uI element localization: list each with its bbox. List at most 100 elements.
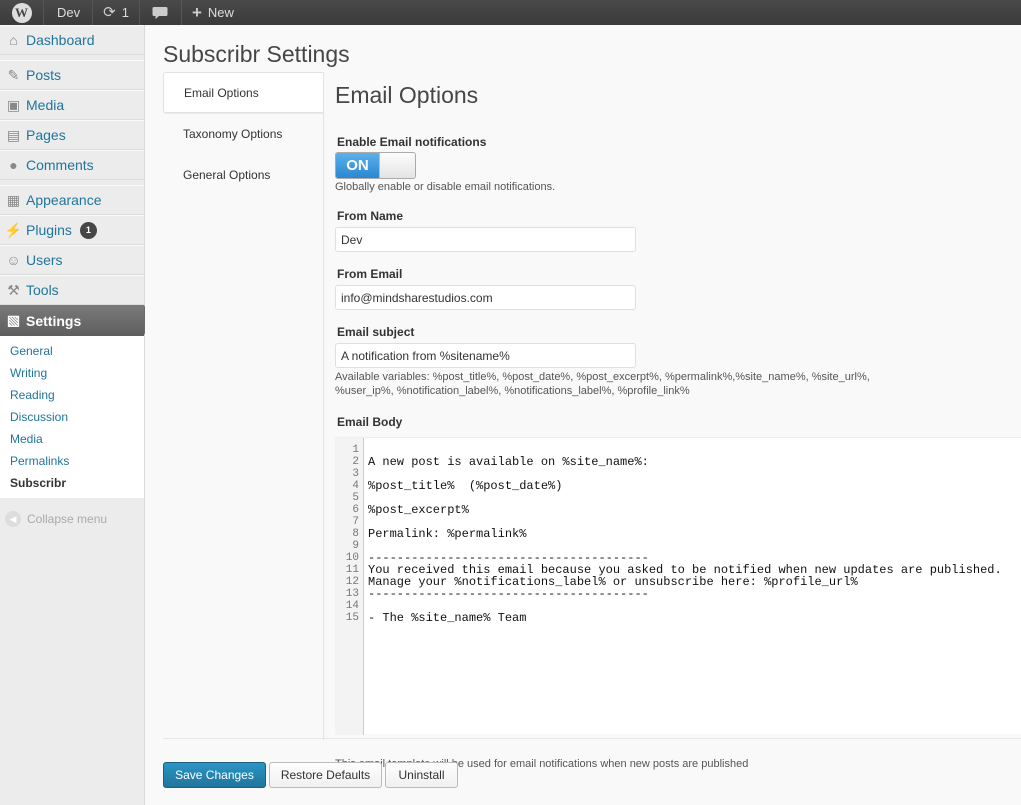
submenu-item-subscribr[interactable]: Subscribr bbox=[0, 472, 144, 494]
tools-icon: ⚒ bbox=[7, 281, 20, 298]
new-label: New bbox=[207, 5, 234, 20]
site-name-link[interactable]: Dev bbox=[44, 0, 94, 25]
submenu-item-media[interactable]: Media bbox=[0, 428, 144, 450]
wordpress-menu[interactable]: W bbox=[0, 0, 44, 25]
refresh-icon: ⟳ bbox=[103, 4, 116, 21]
sidebar-item-users[interactable]: ☺ Users bbox=[0, 245, 144, 275]
main-content: Subscribr Settings Email Options Taxonom… bbox=[145, 25, 1021, 805]
submenu-item-permalinks[interactable]: Permalinks bbox=[0, 450, 144, 472]
users-icon: ☺ bbox=[6, 252, 21, 268]
sidebar-item-label: Media bbox=[26, 97, 65, 113]
email-body-label: Email Body bbox=[337, 415, 403, 429]
collapse-menu-button[interactable]: ◀ Collapse menu bbox=[0, 508, 144, 530]
available-variables-hint: Available variables: %post_title%, %post… bbox=[335, 371, 870, 383]
submenu-item-reading[interactable]: Reading bbox=[0, 384, 144, 406]
restore-defaults-button[interactable]: Restore Defaults bbox=[269, 762, 382, 788]
collapse-label: Collapse menu bbox=[27, 512, 108, 526]
sidebar-item-media[interactable]: ▣ Media bbox=[0, 90, 144, 120]
section-title: Email Options bbox=[335, 82, 479, 108]
toggle-knob bbox=[379, 153, 415, 178]
email-body-editor[interactable]: 1 2 3 4 5 6 7 8 9 10 11 12 13 14 15 A new post is avai… bbox=[335, 437, 1021, 735]
updates-count: 1 bbox=[121, 5, 129, 20]
toggle-on-label: ON bbox=[336, 153, 379, 178]
line-number: 15 bbox=[345, 612, 359, 624]
line-number: 6 bbox=[352, 504, 359, 516]
sidebar-item-appearance[interactable]: ▦ Appearance bbox=[0, 185, 144, 215]
enable-notifications-hint: Globally enable or disable email notific… bbox=[335, 181, 556, 193]
sidebar-item-pages[interactable]: ▤ Pages bbox=[0, 120, 144, 150]
line-number: 10 bbox=[345, 552, 359, 564]
settings-tabs: Email Options Taxonomy Options General O… bbox=[163, 72, 323, 195]
admin-sidebar: ⌂ Dashboard ✎ Posts ▣ Media ▤ Pages ● Co… bbox=[0, 25, 152, 805]
uninstall-button[interactable]: Uninstall bbox=[385, 762, 458, 788]
settings-submenu: General Writing Reading Discussion Media… bbox=[0, 336, 144, 498]
sidebar-item-label: Dashboard bbox=[26, 32, 95, 48]
wordpress-icon: W bbox=[11, 2, 32, 23]
sidebar-item-label: Comments bbox=[26, 157, 94, 173]
line-number: 13 bbox=[345, 588, 359, 600]
available-variables-hint-2: %user_ip%, %notification_label%, %notifi… bbox=[335, 385, 690, 397]
dashboard-icon: ⌂ bbox=[9, 32, 18, 48]
line-number-gutter: 1 2 3 4 5 6 7 8 9 10 11 12 13 14 15 bbox=[335, 438, 364, 735]
sidebar-item-label: Users bbox=[26, 252, 63, 268]
tab-taxonomy-options[interactable]: Taxonomy Options bbox=[163, 113, 323, 154]
email-subject-label: Email subject bbox=[337, 325, 415, 339]
submenu-item-writing[interactable]: Writing bbox=[0, 362, 144, 384]
code-line: - The %site_name% Team bbox=[368, 611, 527, 625]
settings-icon: ▧ bbox=[6, 312, 21, 328]
plugins-update-badge: 1 bbox=[79, 221, 97, 239]
from-email-field[interactable] bbox=[335, 285, 636, 310]
sidebar-item-tools[interactable]: ⚒ Tools bbox=[0, 275, 144, 305]
sidebar-item-settings[interactable]: ▧ Settings bbox=[0, 305, 152, 336]
tab-general-options[interactable]: General Options bbox=[163, 154, 323, 195]
updates-link[interactable]: ⟳ 1 bbox=[93, 0, 140, 25]
pages-icon: ▤ bbox=[6, 126, 21, 143]
save-changes-button[interactable]: Save Changes bbox=[163, 762, 266, 788]
line-number: 4 bbox=[352, 480, 359, 492]
email-subject-field[interactable] bbox=[335, 343, 636, 368]
line-number: 2 bbox=[352, 456, 359, 468]
line-number: 3 bbox=[352, 468, 359, 480]
enable-notifications-toggle[interactable]: ON bbox=[335, 152, 416, 179]
sidebar-item-dashboard[interactable]: ⌂ Dashboard bbox=[0, 25, 144, 55]
plus-icon: + bbox=[191, 3, 202, 22]
from-email-label: From Email bbox=[337, 267, 403, 281]
line-number: 8 bbox=[352, 528, 359, 540]
sidebar-item-comments[interactable]: ● Comments bbox=[0, 150, 144, 180]
sidebar-item-label: Appearance bbox=[26, 192, 102, 208]
line-number: 1 bbox=[352, 444, 359, 456]
sidebar-item-plugins[interactable]: ⚡ Plugins 1 bbox=[0, 215, 144, 245]
code-line: --------------------------------------- bbox=[368, 587, 649, 601]
sidebar-item-label: Settings bbox=[26, 312, 82, 329]
code-line: Permalink: %permalink% bbox=[368, 527, 527, 541]
comment-icon bbox=[152, 6, 168, 19]
line-number: 9 bbox=[352, 540, 359, 552]
media-icon: ▣ bbox=[6, 96, 21, 113]
enable-notifications-label: Enable Email notifications bbox=[337, 135, 487, 149]
line-number: 7 bbox=[352, 516, 359, 528]
sidebar-item-label: Posts bbox=[26, 67, 62, 83]
sidebar-item-posts[interactable]: ✎ Posts bbox=[0, 60, 144, 90]
appearance-icon: ▦ bbox=[6, 191, 21, 208]
sidebar-item-label: Tools bbox=[26, 282, 59, 298]
plugins-icon: ⚡ bbox=[4, 221, 23, 238]
line-number: 14 bbox=[345, 600, 359, 612]
submenu-item-discussion[interactable]: Discussion bbox=[0, 406, 144, 428]
from-name-label: From Name bbox=[337, 209, 404, 223]
email-options-panel: Email Options Enable Email notifications… bbox=[323, 72, 1021, 770]
collapse-icon: ◀ bbox=[5, 511, 21, 527]
from-name-field[interactable] bbox=[335, 227, 636, 252]
sidebar-item-label: Plugins bbox=[26, 222, 72, 238]
footer-divider bbox=[163, 738, 1021, 739]
code-line: A new post is available on %site_name%: bbox=[368, 455, 649, 469]
comments-icon: ● bbox=[9, 157, 18, 173]
tab-email-options[interactable]: Email Options bbox=[163, 72, 323, 113]
code-line: %post_excerpt% bbox=[368, 503, 469, 517]
new-content-link[interactable]: + New bbox=[182, 0, 244, 25]
page-title: Subscribr Settings bbox=[163, 41, 350, 67]
submenu-item-general[interactable]: General bbox=[0, 340, 144, 362]
site-name-label: Dev bbox=[57, 5, 81, 20]
pin-icon: ✎ bbox=[7, 66, 20, 83]
code-line: %post_title% (%post_date%) bbox=[368, 479, 563, 493]
comments-link[interactable] bbox=[140, 0, 182, 25]
